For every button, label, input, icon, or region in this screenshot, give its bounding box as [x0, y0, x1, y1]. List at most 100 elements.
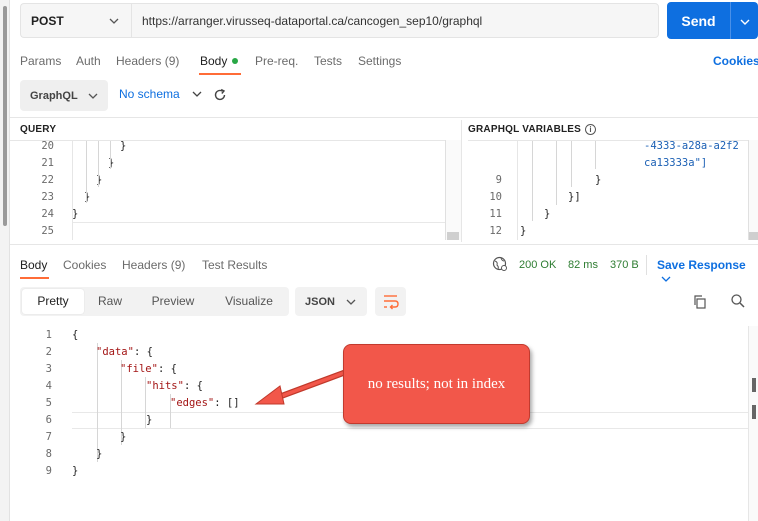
- json-line: }: [120, 429, 126, 446]
- format-label: JSON: [305, 295, 335, 308]
- send-label: Send: [681, 12, 716, 29]
- search-icon[interactable]: [730, 293, 746, 309]
- annotation-arrow: [254, 369, 349, 405]
- line-number: 3: [45, 363, 52, 375]
- response-tab-cookies[interactable]: Cookies: [63, 258, 106, 272]
- copy-icon[interactable]: [692, 294, 708, 310]
- view-mode-tabs: Pretty Raw Preview Visualize: [20, 287, 289, 316]
- indent-guide: [98, 141, 99, 187]
- body-mode-label: GraphQL: [30, 89, 78, 102]
- json-token: : {: [183, 380, 203, 392]
- active-tab-underline: [199, 73, 241, 75]
- json-line: "hits": {: [146, 378, 203, 395]
- json-token: : {: [133, 346, 153, 358]
- method-select[interactable]: POST: [20, 3, 131, 38]
- toolbar-divider: [10, 117, 758, 118]
- variables-editor[interactable]: -4333-a28a-a2f2 ca13333a"] 9 } 10 }] 11 …: [468, 140, 758, 240]
- globe-icon[interactable]: [492, 256, 508, 272]
- tab-tests[interactable]: Tests: [314, 54, 342, 68]
- query-scrollbar-thumb[interactable]: [447, 232, 459, 240]
- tab-body-label: Body: [200, 54, 228, 68]
- code-line: }: [96, 174, 103, 186]
- response-tab-test-results[interactable]: Test Results: [202, 258, 267, 272]
- line-number: 25: [41, 225, 54, 237]
- wrap-lines-icon: [384, 295, 399, 310]
- code-line: }: [120, 140, 127, 152]
- chevron-down-icon: [88, 93, 98, 99]
- variables-scrollbar-thumb[interactable]: [749, 232, 758, 240]
- tab-headers[interactable]: Headers (9): [116, 54, 179, 68]
- indent-guide: [556, 141, 557, 205]
- line-number: 2: [45, 346, 52, 358]
- json-key: "hits": [146, 380, 184, 392]
- json-token: : []: [214, 397, 240, 409]
- chevron-down-icon: [192, 91, 202, 97]
- view-tab-visualize[interactable]: Visualize: [216, 287, 282, 316]
- schema-label: No schema: [119, 87, 180, 101]
- tab-auth[interactable]: Auth: [76, 54, 101, 68]
- save-response-button[interactable]: Save Response: [657, 258, 758, 286]
- json-key: "data": [96, 346, 134, 358]
- indent-guide: [532, 141, 533, 221]
- body-mode-select[interactable]: GraphQL: [20, 80, 108, 111]
- left-scrollbar-thumb[interactable]: [3, 6, 7, 226]
- send-button[interactable]: Send: [667, 2, 758, 39]
- json-line: }: [96, 446, 102, 463]
- status-divider: [646, 255, 647, 275]
- code-line: ca13333a"]: [644, 157, 708, 169]
- line-number: 9: [45, 465, 52, 477]
- schema-select[interactable]: No schema: [119, 87, 202, 101]
- line-number: 22: [41, 174, 54, 186]
- info-icon[interactable]: i: [585, 124, 597, 135]
- view-tab-raw[interactable]: Raw: [90, 287, 130, 316]
- view-tab-preview[interactable]: Preview: [144, 287, 202, 316]
- variables-title-label: GRAPHQL VARIABLES: [468, 124, 582, 135]
- url-input[interactable]: https://arranger.virusseq-dataportal.ca/…: [131, 3, 659, 38]
- query-pane-title: QUERY: [20, 124, 57, 135]
- gutter-divider: [517, 140, 518, 240]
- json-token: }: [146, 414, 153, 426]
- tab-params[interactable]: Params: [20, 54, 61, 68]
- wrap-lines-button[interactable]: [375, 287, 406, 316]
- query-scrollbar[interactable]: [445, 140, 461, 240]
- response-scrollbar[interactable]: [748, 326, 758, 521]
- chevron-down-icon: [346, 299, 356, 305]
- annotation-callout: no results; not in index: [343, 344, 530, 424]
- active-response-tab-underline: [20, 277, 49, 279]
- json-line: }: [146, 412, 152, 429]
- format-select[interactable]: JSON: [295, 287, 367, 316]
- gutter-divider: [72, 140, 73, 240]
- response-size[interactable]: 370 B: [610, 259, 639, 271]
- response-time[interactable]: 82 ms: [568, 259, 598, 271]
- current-line-highlight: [73, 222, 445, 240]
- send-options-chevron-icon[interactable]: [731, 14, 758, 28]
- pane-resize-handle[interactable]: [461, 120, 468, 242]
- chevron-down-icon: [109, 18, 119, 24]
- line-number: 20: [41, 140, 54, 152]
- view-tab-pretty[interactable]: Pretty: [22, 289, 84, 314]
- line-number: 4: [45, 380, 52, 392]
- json-line: "file": {: [120, 361, 177, 378]
- refresh-icon[interactable]: [213, 88, 227, 102]
- save-response-label: Save Response: [657, 258, 746, 272]
- cookies-link[interactable]: Cookies: [713, 54, 758, 68]
- line-number: 12: [489, 225, 502, 237]
- line-number: 10: [489, 191, 502, 203]
- response-tab-headers[interactable]: Headers (9): [122, 258, 185, 272]
- variables-scrollbar[interactable]: [748, 140, 758, 240]
- tab-settings[interactable]: Settings: [358, 54, 401, 68]
- json-line: "data": {: [96, 344, 153, 361]
- query-editor[interactable]: 20 } 21 } 22 } 23 } 24 } 25: [10, 140, 461, 240]
- json-token: : {: [157, 363, 177, 375]
- indent-guide: [595, 141, 596, 169]
- tab-pre-request[interactable]: Pre-req.: [255, 54, 298, 68]
- line-number: 6: [45, 414, 52, 426]
- status-code[interactable]: 200 OK: [519, 259, 556, 271]
- tab-body[interactable]: Body: [200, 54, 239, 68]
- json-line: "edges": []: [170, 395, 240, 412]
- code-line: }: [595, 174, 602, 186]
- url-text: https://arranger.virusseq-dataportal.ca/…: [142, 13, 483, 28]
- response-tab-body[interactable]: Body: [20, 258, 47, 272]
- code-line: }: [84, 191, 91, 203]
- json-key: "file": [120, 363, 158, 375]
